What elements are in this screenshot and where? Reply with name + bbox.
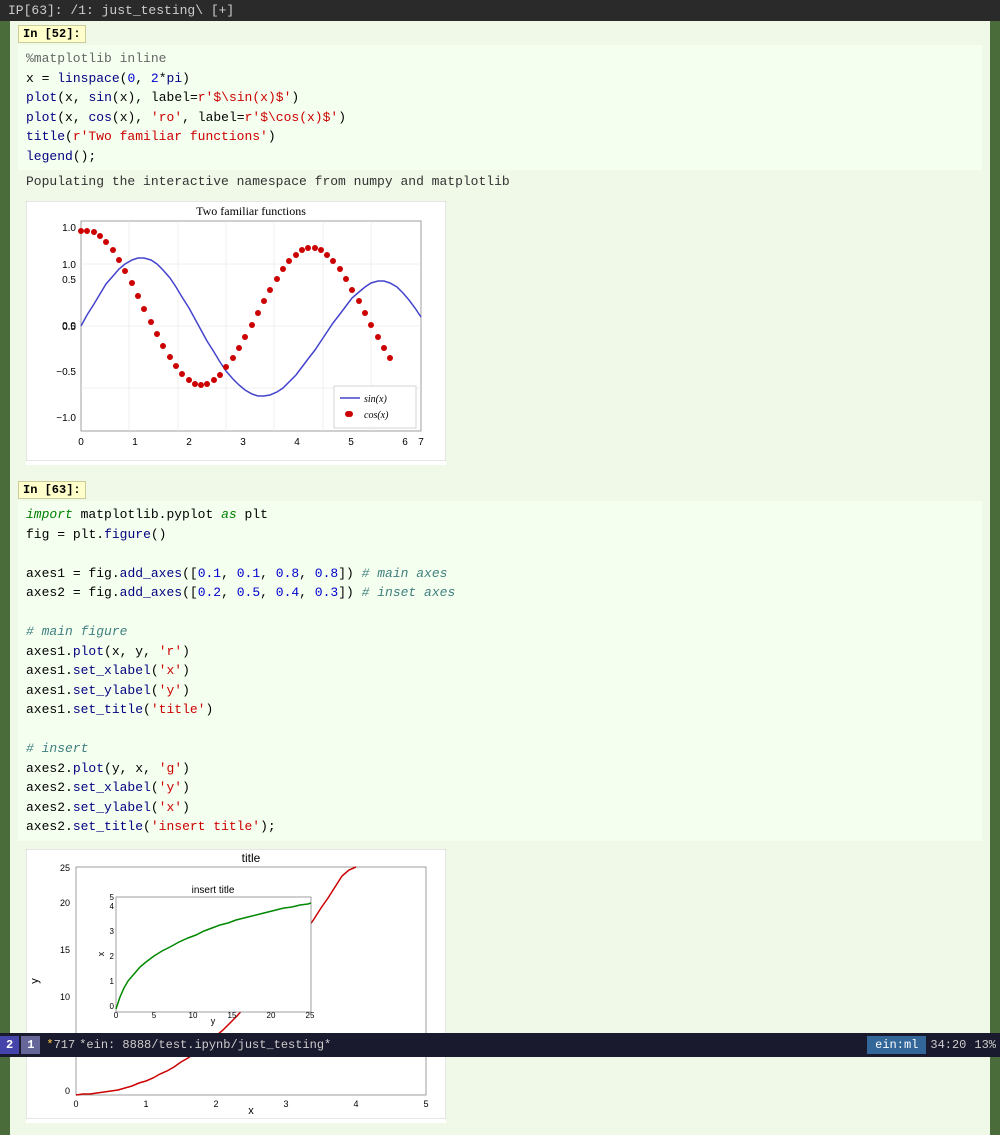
status-mode: ein:ml (867, 1036, 926, 1054)
plot1-container: Two familiar functions 1.0 0.5 (26, 201, 446, 465)
plot2-xlabel: x (248, 1105, 254, 1117)
status-bar: 2 1 * 717 *ein: 8888/test.ipynb/just_tes… (0, 1033, 1000, 1057)
cell-63-code[interactable]: import matplotlib.pyplot as plt fig = pl… (18, 501, 982, 841)
svg-text:25: 25 (306, 1011, 315, 1020)
svg-text:4: 4 (353, 1099, 358, 1109)
status-filename: *ein: 8888/test.ipynb/just_testing* (79, 1038, 863, 1052)
plot2-container: title y x 0 5 10 15 20 25 0 1 2 3 4 (26, 849, 446, 1123)
svg-text:0: 0 (78, 437, 84, 448)
svg-text:1: 1 (132, 437, 138, 448)
svg-text:5: 5 (348, 437, 354, 448)
svg-text:1.0: 1.0 (62, 260, 76, 271)
svg-text:20: 20 (60, 898, 70, 908)
svg-text:2: 2 (213, 1099, 218, 1109)
svg-text:1.0: 1.0 (62, 223, 76, 234)
svg-text:15: 15 (228, 1011, 237, 1020)
svg-text:4: 4 (110, 902, 115, 911)
svg-text:20: 20 (267, 1011, 276, 1020)
status-num2: 1 (21, 1036, 40, 1054)
cell-52-output: Populating the interactive namespace fro… (18, 170, 982, 193)
title-bar: IP[63]: /1: just_testing\ [+] (0, 0, 1000, 21)
cell-52: In [52]: %matplotlib inline x = linspace… (10, 21, 990, 477)
cell-63-label[interactable]: In [63]: (18, 481, 86, 499)
title-text: IP[63]: /1: just_testing\ [+] (8, 3, 234, 18)
legend-sin-label: sin(x) (364, 394, 387, 405)
svg-text:2: 2 (110, 952, 115, 961)
svg-text:5: 5 (152, 1011, 157, 1020)
svg-text:5: 5 (423, 1099, 428, 1109)
svg-text:0: 0 (73, 1099, 78, 1109)
plot1-title: Two familiar functions (196, 204, 306, 218)
svg-text:10: 10 (60, 992, 70, 1002)
svg-text:−1.0: −1.0 (56, 413, 76, 424)
svg-text:1: 1 (143, 1099, 148, 1109)
cell-52-code[interactable]: %matplotlib inline x = linspace(0, 2*pi)… (18, 45, 982, 170)
svg-text:0: 0 (110, 1002, 115, 1011)
svg-text:3: 3 (110, 927, 115, 936)
notebook: In [52]: %matplotlib inline x = linspace… (10, 21, 990, 1135)
inset-box (116, 897, 311, 1012)
plot2-title: title (242, 851, 261, 865)
svg-text:1: 1 (110, 977, 115, 986)
inset-ylabel: x (96, 951, 106, 956)
legend-cos-label: cos(x) (364, 410, 389, 421)
status-modified: * (46, 1038, 53, 1052)
svg-text:4: 4 (294, 437, 300, 448)
svg-text:3: 3 (240, 437, 246, 448)
svg-text:15: 15 (60, 945, 70, 955)
svg-text:2: 2 (186, 437, 192, 448)
svg-text:10: 10 (189, 1011, 198, 1020)
svg-text:5: 5 (110, 893, 115, 902)
status-linecount: 717 (54, 1038, 76, 1052)
legend-box (334, 386, 416, 428)
plot2-ylabel: y (29, 977, 41, 983)
svg-text:0.5: 0.5 (62, 275, 76, 286)
status-position: 34:20 (930, 1038, 966, 1052)
svg-text:0: 0 (114, 1011, 119, 1020)
svg-text:25: 25 (60, 863, 70, 873)
svg-text:6: 6 (402, 437, 408, 448)
svg-text:7: 7 (418, 437, 424, 448)
svg-text:0.0: 0.0 (62, 321, 76, 332)
status-num1: 2 (0, 1036, 19, 1054)
plot2-svg: title y x 0 5 10 15 20 25 0 1 2 3 4 (26, 849, 446, 1119)
svg-text:3: 3 (283, 1099, 288, 1109)
inset-title: insert title (192, 885, 235, 896)
svg-text:0: 0 (65, 1086, 70, 1096)
inset-xlabel: y (211, 1016, 216, 1026)
svg-text:−0.5: −0.5 (56, 367, 76, 378)
plot1-svg: Two familiar functions 1.0 0.5 (26, 201, 446, 461)
status-percent: 13% (974, 1038, 996, 1052)
cell-52-label[interactable]: In [52]: (18, 25, 86, 43)
